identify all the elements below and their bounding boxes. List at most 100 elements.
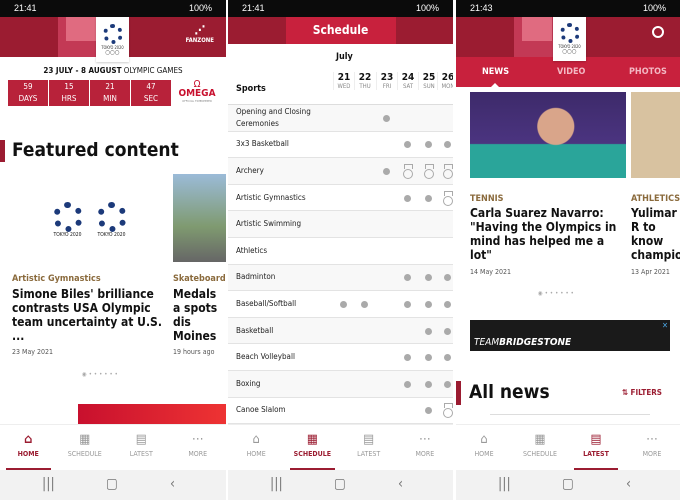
recent-apps-button[interactable]: ||| (498, 476, 511, 492)
system-navigation-bar: ||| ▢ ‹ (228, 470, 453, 500)
nav-more[interactable]: ⋯ MORE (397, 425, 453, 471)
event-dot-icon[interactable] (444, 380, 451, 388)
month-label: July (336, 52, 353, 62)
search-icon[interactable] (652, 26, 664, 38)
nav-schedule[interactable]: ▦ SCHEDULE (284, 425, 340, 471)
tokyo-2020-logo[interactable]: TOKYO 2020 ○○○ (96, 17, 129, 62)
event-dot-icon[interactable] (425, 274, 432, 282)
home-button[interactable]: ▢ (334, 476, 346, 492)
schedule-row[interactable]: Athletics (228, 238, 453, 265)
nav-latest[interactable]: ▤ LATEST (568, 425, 624, 471)
sport-name: Baseball/Softball (236, 298, 297, 308)
day-column-header[interactable]: 26 MON (437, 72, 453, 90)
bridgestone-ad[interactable]: TEAMBRIDGESTONE ✕ (470, 320, 670, 351)
day-column-header[interactable]: 22 THU (354, 72, 375, 90)
event-dot-icon[interactable] (425, 354, 432, 362)
event-dot-icon[interactable] (361, 300, 368, 308)
schedule-icon: ▦ (79, 432, 91, 447)
event-dot-icon[interactable] (404, 274, 411, 282)
nav-schedule[interactable]: ▦ SCHEDULE (57, 425, 114, 471)
event-dot-icon[interactable] (425, 194, 432, 202)
back-button[interactable]: ‹ (170, 476, 175, 492)
event-dot-icon[interactable] (404, 300, 411, 308)
nav-more[interactable]: ⋯ MORE (624, 425, 680, 471)
recent-apps-button[interactable]: ||| (42, 476, 55, 492)
event-dot-icon[interactable] (383, 167, 390, 175)
back-button[interactable]: ‹ (626, 476, 631, 492)
schedule-row[interactable]: Basketball (228, 317, 453, 345)
event-dot-icon[interactable] (425, 300, 432, 308)
event-dot-icon[interactable] (444, 141, 451, 149)
nav-latest[interactable]: ▤ LATEST (341, 425, 397, 471)
tab-video[interactable]: VIDEO (557, 67, 585, 77)
schedule-row[interactable]: Canoe Slalom (228, 397, 453, 425)
schedule-row[interactable]: Boxing (228, 371, 453, 398)
event-dot-icon[interactable] (383, 114, 390, 122)
event-dot-icon[interactable] (425, 141, 432, 149)
sport-name: Canoe Slalom (236, 405, 286, 415)
medal-event-icon[interactable] (443, 163, 453, 179)
sport-name: Opening and Closing Ceremonies (236, 106, 311, 128)
recent-apps-button[interactable]: ||| (270, 476, 283, 492)
nav-home[interactable]: ⌂ HOME (456, 425, 512, 471)
schedule-row[interactable]: Beach Volleyball (228, 344, 453, 371)
event-dot-icon[interactable] (404, 194, 411, 202)
filters-button[interactable]: ⇅ FILTERS (622, 388, 662, 397)
sport-name: Badminton (236, 272, 276, 282)
schedule-row[interactable]: Archery (228, 158, 453, 185)
system-navigation-bar: ||| ▢ ‹ (456, 470, 680, 500)
featured-card[interactable]: TOKYO 2020 TOKYO 2020 Artistic Gymnastic… (12, 174, 167, 356)
featured-card[interactable]: Skateboard Medals a spots dis Moines 19 … (173, 174, 226, 356)
tab-news[interactable]: NEWS (482, 67, 509, 77)
event-dot-icon[interactable] (404, 141, 411, 149)
nav-schedule[interactable]: ▦ SCHEDULE (512, 425, 568, 471)
news-card[interactable]: ATHLETICS Yulimar R to know champion 13 … (631, 92, 680, 276)
event-dot-icon[interactable] (425, 380, 432, 388)
tokyo-2020-logo[interactable]: TOKYO 2020 ○○○ (553, 17, 586, 61)
event-dot-icon[interactable] (404, 380, 411, 388)
back-button[interactable]: ‹ (398, 476, 403, 492)
nav-more[interactable]: ⋯ MORE (170, 425, 227, 471)
tab-photos[interactable]: PHOTOS (629, 67, 667, 77)
fanzone-button[interactable]: ⋰ FANZONE (186, 23, 214, 44)
nav-latest[interactable]: ▤ LATEST (113, 425, 170, 471)
home-icon: ⌂ (480, 432, 488, 447)
schedule-row[interactable]: Badminton (228, 264, 453, 292)
home-button[interactable]: ▢ (562, 476, 574, 492)
event-dot-icon[interactable] (425, 407, 432, 415)
schedule-row[interactable]: 3x3 Basketball (228, 131, 453, 159)
nav-home[interactable]: ⌂ HOME (0, 425, 57, 471)
carousel-pagination[interactable]: ◉•••••• (82, 371, 120, 378)
news-card[interactable]: TENNIS Carla Suarez Navarro: "Having the… (470, 92, 626, 276)
medal-event-icon[interactable] (403, 163, 413, 179)
countdown-seconds: 47 SEC (131, 80, 171, 106)
day-column-header[interactable]: 24 SAT (397, 72, 418, 90)
carousel-pagination[interactable]: ◉•••••• (538, 290, 576, 297)
event-dot-icon[interactable] (444, 300, 451, 308)
medal-event-icon[interactable] (443, 403, 453, 419)
schedule-screen: 21:41 100% Schedule July Sports 21 WED 22 TH… (228, 0, 453, 500)
schedule-row[interactable]: Baseball/Softball (228, 291, 453, 318)
schedule-icon: ▦ (306, 432, 318, 447)
omega-logo: Ω OMEGA OFFICIAL TIMEKEEPER (178, 79, 216, 104)
day-column-header[interactable]: 23 FRI (376, 72, 397, 90)
medal-event-icon[interactable] (424, 163, 434, 179)
page-title: Schedule (312, 23, 369, 37)
schedule-row[interactable]: Artistic Swimming (228, 211, 453, 238)
event-dot-icon[interactable] (444, 354, 451, 362)
schedule-row[interactable]: Opening and Closing Ceremonies (228, 105, 453, 132)
schedule-row[interactable]: Artistic Gymnastics (228, 184, 453, 212)
event-dot-icon[interactable] (444, 274, 451, 282)
close-ad-icon[interactable]: ✕ (662, 321, 668, 330)
day-column-header[interactable]: 21 WED (333, 72, 354, 90)
event-dot-icon[interactable] (425, 327, 432, 335)
event-dot-icon[interactable] (444, 327, 451, 335)
promo-banner[interactable] (78, 404, 226, 424)
home-button[interactable]: ▢ (106, 476, 118, 492)
day-column-header[interactable]: 25 SUN (418, 72, 439, 90)
medal-event-icon[interactable] (443, 190, 453, 206)
home-icon: ⌂ (252, 432, 260, 447)
nav-home[interactable]: ⌂ HOME (228, 425, 284, 471)
event-dot-icon[interactable] (404, 354, 411, 362)
event-dot-icon[interactable] (340, 300, 347, 308)
